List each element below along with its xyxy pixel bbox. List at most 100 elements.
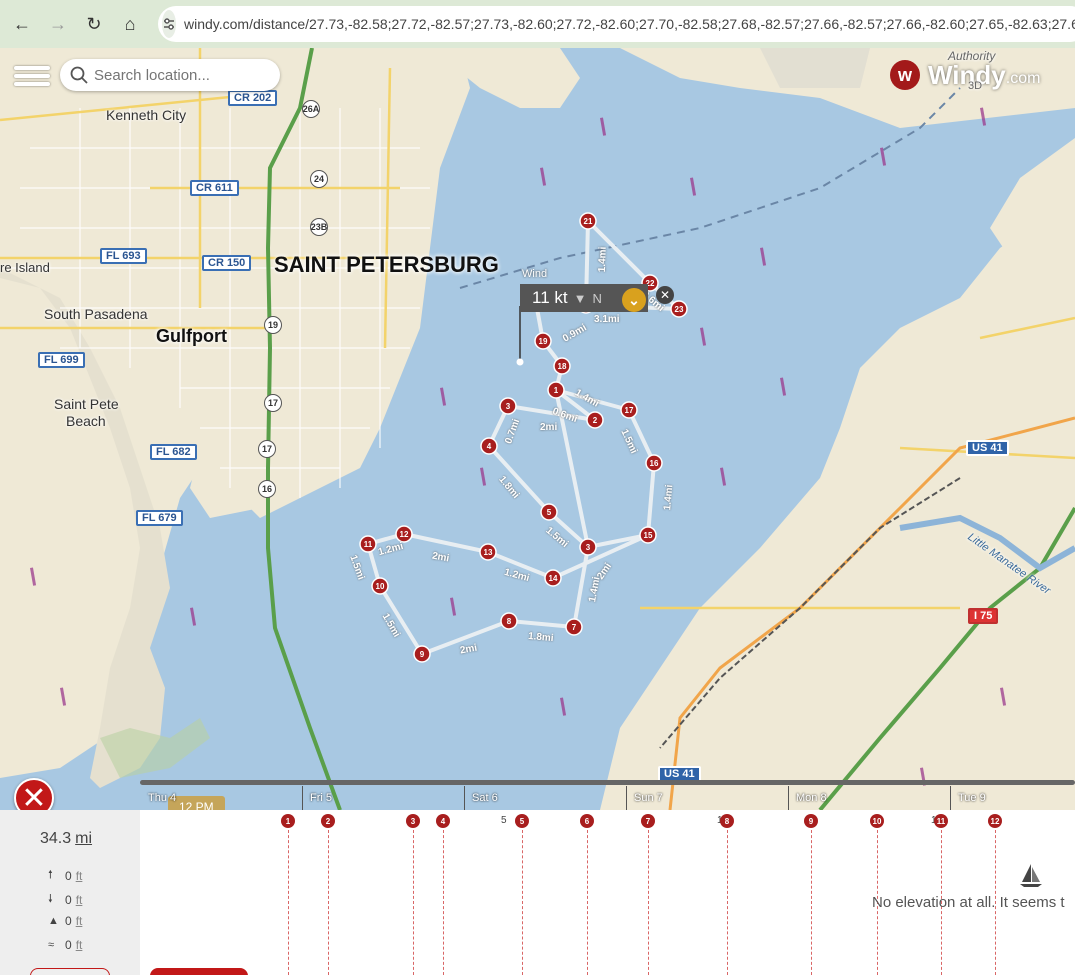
svg-text:23: 23	[675, 305, 684, 314]
svg-text:13: 13	[484, 548, 493, 557]
site-info-icon[interactable]	[162, 10, 176, 38]
timeline-divider	[788, 786, 789, 810]
svg-text:3: 3	[506, 402, 511, 411]
route-badge-26a: 26A	[302, 100, 320, 118]
segment-label: 1.8mi	[527, 630, 555, 645]
route-badge-17-south: 17	[258, 440, 276, 458]
max-elevation-value: 0	[65, 914, 72, 928]
wind-popup-title: Wind	[522, 268, 548, 280]
waypoint-line	[811, 830, 812, 975]
waypoint-marker[interactable]: 7	[641, 814, 655, 828]
svg-text:15: 15	[644, 531, 653, 540]
chevron-down-icon[interactable]: ⌄	[622, 288, 646, 312]
waypoint-marker[interactable]: 1	[281, 814, 295, 828]
panel-tab-active[interactable]	[150, 968, 248, 975]
svg-text:19: 19	[539, 337, 548, 346]
timeline-day[interactable]: Fri 5	[310, 792, 332, 804]
map-credit-3d: 3D	[968, 80, 983, 92]
svg-text:16: 16	[650, 459, 659, 468]
svg-text:7: 7	[572, 623, 577, 632]
timeline[interactable]: Thu 4 Fri 5 Sat 6 Sun 7 Mon 8 Tue 9	[140, 778, 1075, 810]
logo-wordmark: Windy	[928, 59, 1006, 90]
ascent-unit[interactable]: ft	[76, 869, 83, 883]
panel-button[interactable]	[30, 968, 110, 975]
descent-stat: 🠗 0 ft	[48, 890, 82, 909]
no-elevation-message: No elevation at all. It seems t	[872, 894, 1065, 911]
svg-text:21: 21	[584, 217, 593, 226]
timeline-day[interactable]: Mon 8	[796, 792, 827, 804]
max-elevation-unit[interactable]: ft	[76, 914, 83, 928]
svg-text:10: 10	[376, 582, 385, 591]
svg-text:12: 12	[400, 530, 409, 539]
wind-direction-icon: ▼	[573, 290, 587, 306]
elevation-graph[interactable]: 1 2 3 4 5 5 6 7 1 8 9 10 1 11 12	[140, 810, 1075, 975]
timeline-divider	[464, 786, 465, 810]
route-badge-23b: 23B	[310, 218, 328, 236]
search-input[interactable]	[94, 66, 264, 84]
wind-direction: N	[592, 290, 602, 306]
svg-text:5: 5	[547, 508, 552, 517]
waypoint-marker[interactable]: 6	[580, 814, 594, 828]
svg-text:9: 9	[420, 650, 425, 659]
waypoint-marker[interactable]: 12	[988, 814, 1002, 828]
reload-icon[interactable]: ↻	[76, 6, 112, 42]
waypoint-marker[interactable]: 4	[436, 814, 450, 828]
road-shield-us41: US 41	[966, 440, 1009, 456]
waypoint-line	[522, 830, 523, 975]
road-shield-fl679: FL 679	[136, 510, 183, 526]
road-shield-cr150: CR 150	[202, 255, 252, 271]
ascent-stat: 🠕 0 ft	[48, 866, 82, 885]
route-badge-19: 19	[264, 316, 282, 334]
waypoint-marker[interactable]: 9	[804, 814, 818, 828]
route-badge-17: 17	[264, 394, 282, 412]
route-stats: 34.3 mi 🠕 0 ft 🠗 0 ft ▲ 0 ft ≈ 0 ft	[0, 810, 140, 975]
map-canvas[interactable]: 212024 19181 171615 354 327 8910 111213 …	[0, 48, 1075, 810]
place-label-south-pasadena: South Pasadena	[44, 306, 148, 322]
home-icon[interactable]: ⌂	[112, 6, 148, 42]
timeline-day[interactable]: Sat 6	[472, 792, 498, 804]
place-label-saint-pete-beach-2: Beach	[66, 413, 106, 429]
timeline-divider	[950, 786, 951, 810]
search-box[interactable]	[60, 59, 280, 91]
windy-logo-icon: w	[890, 60, 920, 90]
forward-icon[interactable]: →	[40, 6, 76, 42]
logo-suffix: .com	[1005, 70, 1041, 87]
svg-text:2: 2	[593, 416, 598, 425]
timeline-track[interactable]	[140, 780, 1075, 785]
waypoint-marker[interactable]: 3	[406, 814, 420, 828]
browser-toolbar: ← → ↻ ⌂ windy.com/distance/27.73,-82.58;…	[0, 0, 1075, 48]
address-bar[interactable]: windy.com/distance/27.73,-82.58;27.72,-8…	[158, 6, 1075, 42]
route-badge-16: 16	[258, 480, 276, 498]
waypoint-marker[interactable]: 10	[870, 814, 884, 828]
sea-level-unit[interactable]: ft	[76, 938, 83, 952]
search-icon	[70, 66, 88, 84]
distance-unit-toggle[interactable]: mi	[75, 830, 92, 847]
road-shield-cr202: CR 202	[228, 90, 278, 106]
menu-icon[interactable]	[14, 62, 50, 92]
close-icon[interactable]: ✕	[656, 286, 674, 304]
timeline-day[interactable]: Sun 7	[634, 792, 663, 804]
waypoint-marker[interactable]: 5	[515, 814, 529, 828]
descent-unit[interactable]: ft	[76, 893, 83, 907]
waypoint-marker[interactable]: 11	[934, 814, 948, 828]
map-credit: Authority	[948, 49, 996, 63]
back-icon[interactable]: ←	[4, 6, 40, 42]
road-shield-fl682: FL 682	[150, 444, 197, 460]
descent-value: 0	[65, 892, 72, 907]
segment-label: 1.4mi	[662, 484, 676, 511]
svg-text:8: 8	[507, 617, 512, 626]
sea-level-value: 0	[65, 938, 72, 952]
url-text[interactable]: windy.com/distance/27.73,-82.58;27.72,-8…	[184, 16, 1075, 32]
sea-level-stat: ≈ 0 ft	[48, 938, 82, 952]
windy-logo[interactable]: w Windy .com	[890, 58, 1040, 92]
place-label-saint-pete-beach: Saint Pete	[54, 396, 119, 412]
timeline-day[interactable]: Tue 9	[958, 792, 986, 804]
waypoint-marker[interactable]: 2	[321, 814, 335, 828]
waypoint-marker[interactable]: 8	[720, 814, 734, 828]
timeline-day[interactable]: Thu 4	[148, 792, 176, 804]
graph-tick: 5	[501, 815, 507, 826]
segment-label: 1.4mi	[596, 246, 609, 273]
road-shield-fl693: FL 693	[100, 248, 147, 264]
waypoint-line	[727, 830, 728, 975]
ascent-value: 0	[65, 868, 72, 883]
